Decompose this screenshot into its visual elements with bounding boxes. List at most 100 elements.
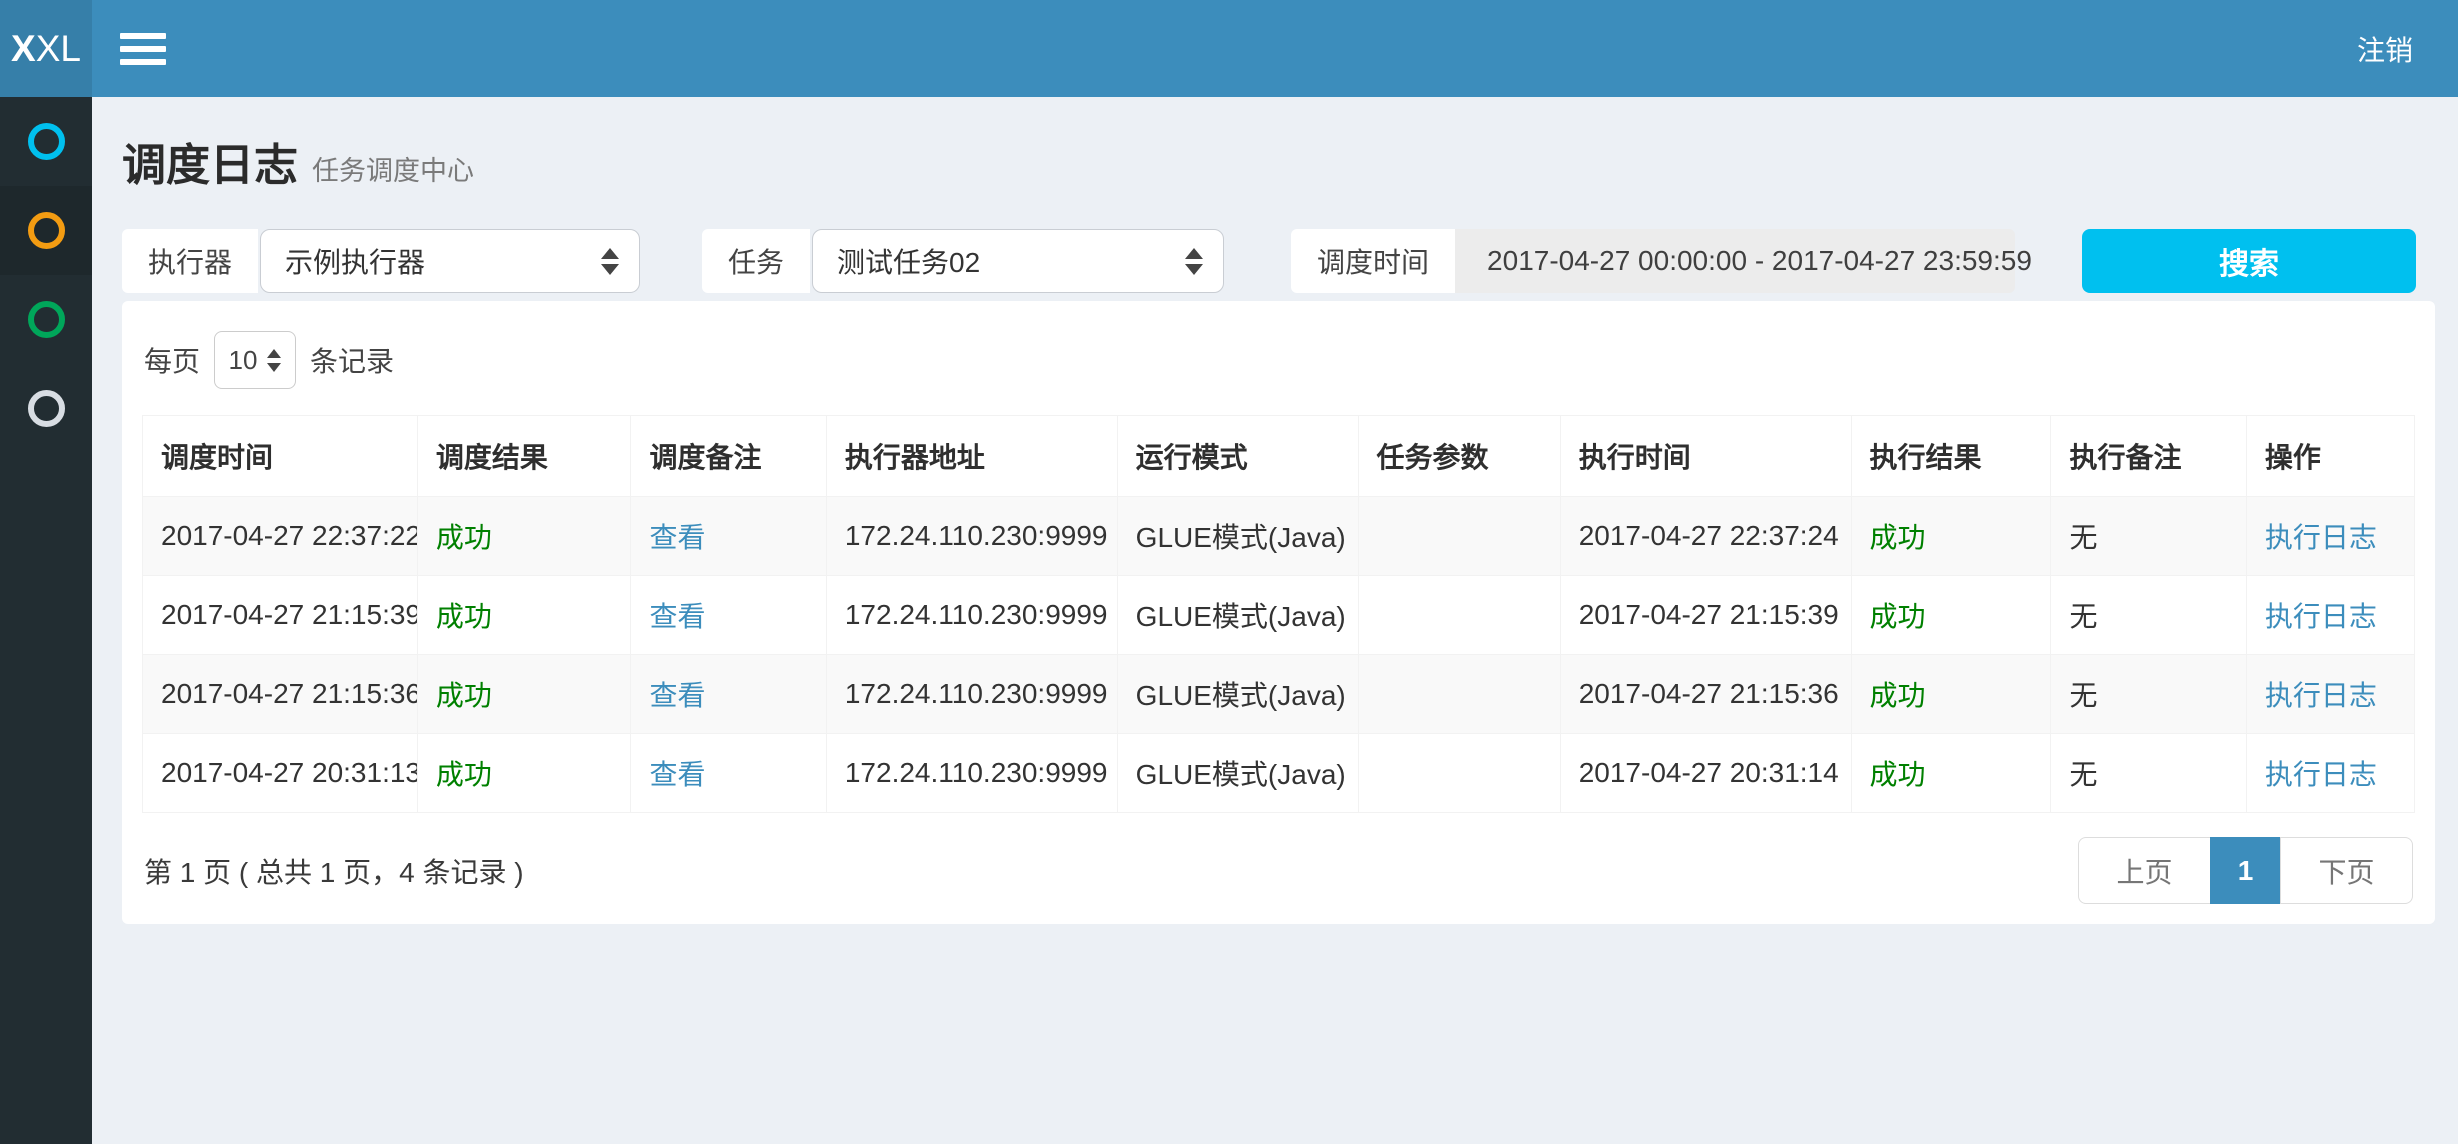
cell-executor_address: 172.24.110.230:9999 xyxy=(826,734,1117,813)
cell-handle_time: 2017-04-27 20:31:14 xyxy=(1560,734,1851,813)
column-header-8: 执行结果 xyxy=(1851,416,2051,497)
column-header-2: 调度结果 xyxy=(417,416,631,497)
page-size-prefix-label: 每页 xyxy=(144,340,200,380)
cell-trigger_time: 2017-04-27 21:15:39 xyxy=(143,576,418,655)
page-size-suffix-label: 条记录 xyxy=(310,340,394,380)
search-button[interactable]: 搜索 xyxy=(2082,229,2416,293)
circle-outline-icon xyxy=(28,212,65,249)
top-navbar: XXL 注销 xyxy=(0,0,2458,97)
table-row: 2017-04-27 22:37:22成功查看172.24.110.230:99… xyxy=(143,497,2415,576)
column-header-1: 调度时间 xyxy=(143,416,418,497)
cell-handle_msg: 无 xyxy=(2051,655,2246,734)
cell-executor_address: 172.24.110.230:9999 xyxy=(826,497,1117,576)
column-header-9: 执行备注 xyxy=(2051,416,2246,497)
view-trigger-msg-link[interactable]: 查看 xyxy=(649,522,705,553)
page-size-row: 每页 10 条记录 xyxy=(144,331,2415,389)
sidebar xyxy=(0,97,92,1144)
executor-filter-label: 执行器 xyxy=(122,229,258,293)
job-filter-group: 任务 测试任务02 xyxy=(702,229,1224,293)
app-root: XXL 注销 调度日志 任务调度中心 执行器 示例执行器 xyxy=(0,0,2458,1144)
cell-param xyxy=(1358,655,1560,734)
cell-executor_address: 172.24.110.230:9999 xyxy=(826,655,1117,734)
job-filter-label: 任务 xyxy=(702,229,810,293)
exec-log-link[interactable]: 执行日志 xyxy=(2265,759,2377,790)
cell-trigger_result: 成功 xyxy=(417,734,631,813)
cell-trigger_time: 2017-04-27 22:37:22 xyxy=(143,497,418,576)
cell-trigger_time: 2017-04-27 20:31:13 xyxy=(143,734,418,813)
page-subtitle: 任务调度中心 xyxy=(312,149,474,188)
column-header-7: 执行时间 xyxy=(1560,416,1851,497)
job-select[interactable]: 测试任务02 xyxy=(812,229,1224,293)
column-header-6: 任务参数 xyxy=(1358,416,1560,497)
table-row: 2017-04-27 21:15:36成功查看172.24.110.230:99… xyxy=(143,655,2415,734)
cell-handle_time: 2017-04-27 21:15:39 xyxy=(1560,576,1851,655)
hamburger-icon[interactable] xyxy=(120,23,166,75)
log-panel: 每页 10 条记录 调度时间调度结果调度备注执行器地址运行模式任务参数执行时间执… xyxy=(122,301,2435,924)
executor-select-value: 示例执行器 xyxy=(285,241,583,281)
page-number-button-current[interactable]: 1 xyxy=(2210,837,2281,904)
cell-executor_address: 172.24.110.230:9999 xyxy=(826,576,1117,655)
page-title: 调度日志 xyxy=(122,129,298,193)
select-arrows-icon xyxy=(267,349,281,372)
trigger-time-range-input[interactable]: 2017-04-27 00:00:00 - 2017-04-27 23:59:5… xyxy=(1455,229,2015,293)
column-header-10: 操作 xyxy=(2246,416,2414,497)
view-trigger-msg-link[interactable]: 查看 xyxy=(649,680,705,711)
circle-outline-icon xyxy=(28,123,65,160)
cell-trigger_time: 2017-04-27 21:15:36 xyxy=(143,655,418,734)
cell-action: 执行日志 xyxy=(2246,497,2414,576)
cell-action: 执行日志 xyxy=(2246,576,2414,655)
pagination-row: 第 1 页 ( 总共 1 页，4 条记录 ) 上页 1 下页 xyxy=(142,837,2415,904)
table-header: 调度时间调度结果调度备注执行器地址运行模式任务参数执行时间执行结果执行备注操作 xyxy=(143,416,2415,497)
main-content: 调度日志 任务调度中心 执行器 示例执行器 任务 测试任务02 调度时间 xyxy=(92,97,2458,1144)
cell-trigger_result: 成功 xyxy=(417,497,631,576)
job-select-value: 测试任务02 xyxy=(837,241,1167,281)
logo-text-light: XL xyxy=(36,28,81,70)
column-header-3: 调度备注 xyxy=(631,416,826,497)
cell-handle_msg: 无 xyxy=(2051,576,2246,655)
column-header-4: 执行器地址 xyxy=(826,416,1117,497)
cell-trigger_msg: 查看 xyxy=(631,497,826,576)
logout-link[interactable]: 注销 xyxy=(2347,1,2423,97)
prev-page-button[interactable]: 上页 xyxy=(2078,837,2211,904)
cell-handle_time: 2017-04-27 21:15:36 xyxy=(1560,655,1851,734)
cell-param xyxy=(1358,497,1560,576)
cell-trigger_result: 成功 xyxy=(417,655,631,734)
cell-handle_msg: 无 xyxy=(2051,497,2246,576)
select-arrows-icon xyxy=(601,248,619,275)
view-trigger-msg-link[interactable]: 查看 xyxy=(649,601,705,632)
page-size-select[interactable]: 10 xyxy=(214,331,296,389)
exec-log-link[interactable]: 执行日志 xyxy=(2265,680,2377,711)
next-page-button[interactable]: 下页 xyxy=(2280,837,2413,904)
sidebar-item-4[interactable] xyxy=(0,364,92,453)
table-row: 2017-04-27 21:15:39成功查看172.24.110.230:99… xyxy=(143,576,2415,655)
page-size-value: 10 xyxy=(229,345,258,376)
cell-handle_msg: 无 xyxy=(2051,734,2246,813)
cell-glue_type: GLUE模式(Java) xyxy=(1117,734,1358,813)
view-trigger-msg-link[interactable]: 查看 xyxy=(649,759,705,790)
cell-trigger_result: 成功 xyxy=(417,576,631,655)
sidebar-item-3[interactable] xyxy=(0,275,92,364)
exec-log-link[interactable]: 执行日志 xyxy=(2265,522,2377,553)
table-row: 2017-04-27 20:31:13成功查看172.24.110.230:99… xyxy=(143,734,2415,813)
sidebar-item-2[interactable] xyxy=(0,186,92,275)
executor-filter-group: 执行器 示例执行器 xyxy=(122,229,640,293)
app-logo[interactable]: XXL xyxy=(0,0,92,97)
cell-glue_type: GLUE模式(Java) xyxy=(1117,497,1358,576)
select-arrows-icon xyxy=(1185,248,1203,275)
circle-outline-icon xyxy=(28,301,65,338)
cell-trigger_msg: 查看 xyxy=(631,655,826,734)
logo-text-bold: X xyxy=(11,28,36,70)
exec-log-link[interactable]: 执行日志 xyxy=(2265,601,2377,632)
cell-handle_result: 成功 xyxy=(1851,734,2051,813)
page-header: 调度日志 任务调度中心 xyxy=(122,129,2435,193)
cell-handle_result: 成功 xyxy=(1851,655,2051,734)
cell-handle_result: 成功 xyxy=(1851,497,2051,576)
cell-param xyxy=(1358,576,1560,655)
filter-bar: 执行器 示例执行器 任务 测试任务02 调度时间 2017-04-27 00:0… xyxy=(122,229,2435,293)
cell-glue_type: GLUE模式(Java) xyxy=(1117,655,1358,734)
cell-handle_time: 2017-04-27 22:37:24 xyxy=(1560,497,1851,576)
dispatch-log-table: 调度时间调度结果调度备注执行器地址运行模式任务参数执行时间执行结果执行备注操作 … xyxy=(142,415,2415,813)
pager: 上页 1 下页 xyxy=(2078,837,2413,904)
executor-select[interactable]: 示例执行器 xyxy=(260,229,640,293)
sidebar-item-1[interactable] xyxy=(0,97,92,186)
